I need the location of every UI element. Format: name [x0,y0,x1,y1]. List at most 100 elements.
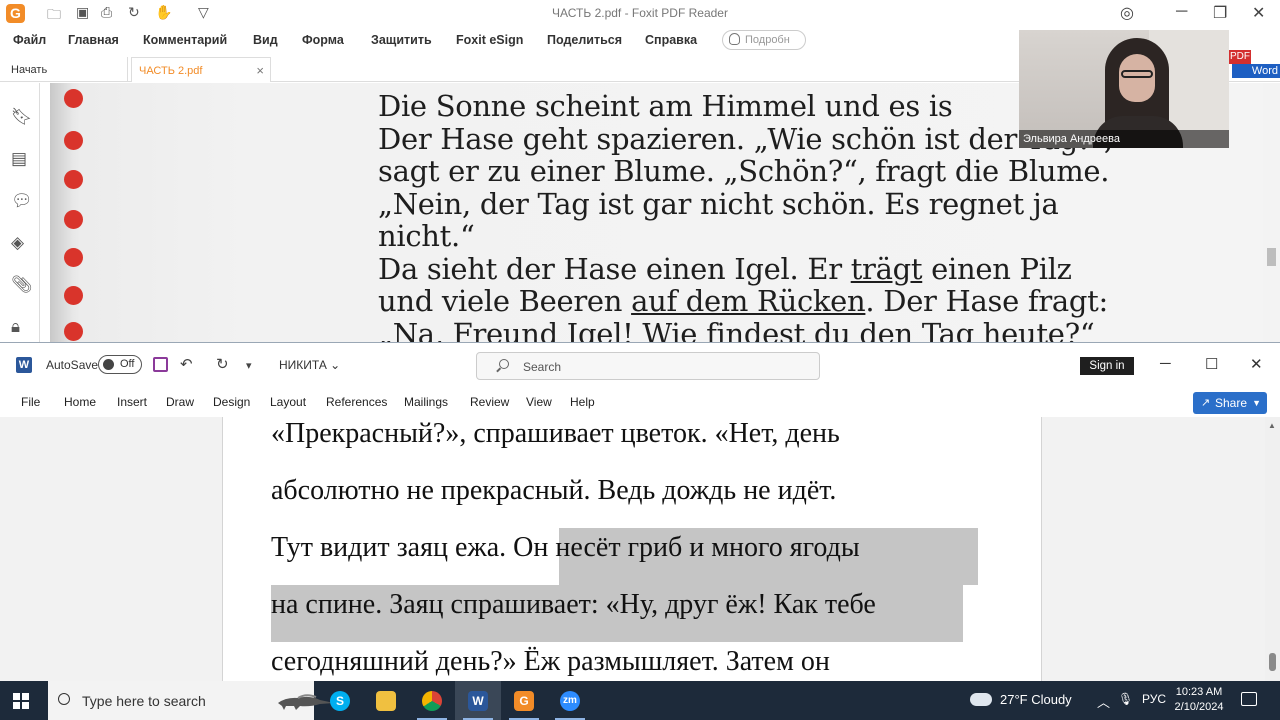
tab-draw[interactable]: Draw [166,395,194,409]
word-titlebar: W AutoSave Off ↶ ↻ ▾ НИКИТА ⌄ Search Sig… [0,343,1280,387]
maximize-button[interactable]: ☐ [1205,355,1218,373]
taskbar-zoom[interactable]: zm [547,681,593,720]
tab-references[interactable]: References [326,395,387,409]
ribbon-tabs: File Home Insert Draw Design Layout Refe… [0,391,1280,415]
minimize-button[interactable]: ─ [1176,3,1187,21]
doc-line[interactable]: на спине. Заяц спрашивает: «Ну, друг ёж!… [271,589,876,621]
close-button[interactable]: ✕ [1252,3,1265,23]
cloud-icon [970,693,992,706]
save-icon[interactable] [153,357,168,372]
tab-document-label: ЧАСТЬ 2.pdf [139,65,203,77]
doc-line[interactable]: Тут видит заяц ежа. Он несёт гриб и мног… [271,532,860,564]
clock-date: 2/10/2024 [1174,701,1224,713]
menu-view[interactable]: Вид [253,33,278,47]
menu-help[interactable]: Справка [645,33,697,47]
zoom-icon: zm [560,691,580,711]
tell-me-placeholder: Подробн [745,34,790,46]
tell-me-search[interactable]: Подробн [722,30,806,50]
account-icon[interactable]: ◎ [1120,3,1134,23]
tab-help[interactable]: Help [570,395,595,409]
search-icon [499,359,509,369]
document-vertical-scrollbar[interactable]: ▲ [1265,417,1280,681]
foxit-icon: G [514,691,534,711]
spiral-dot [64,131,83,150]
menu-home[interactable]: Главная [68,33,119,47]
tab-design[interactable]: Design [213,395,250,409]
spiral-dot [64,170,83,189]
weather-text[interactable]: 27°F Cloudy [1000,692,1072,707]
pdf-badge-label: PDF [1229,50,1251,64]
bookmark-icon[interactable]: 🔖︎ [11,107,33,127]
pages-icon[interactable]: ▤ [11,149,27,169]
chevron-up-icon[interactable]: ︿ [1097,692,1110,711]
spiral-dot [64,89,83,108]
restore-button[interactable]: ❐ [1213,3,1227,23]
menu-form[interactable]: Форма [302,33,344,47]
close-tab-icon[interactable]: × [256,63,264,78]
search-placeholder: Search [523,360,562,374]
taskbar-skype[interactable]: S [317,681,363,720]
pdf-line: „Nein, der Tag ist gar nicht schön. Es r… [378,186,1059,221]
pdf-line: und viele Beeren auf dem Rücken. Der Has… [378,284,1108,318]
taskbar-foxit[interactable]: G [501,681,547,720]
search-input[interactable]: Search [476,352,820,380]
document-title[interactable]: НИКИТА ⌄ [279,358,340,372]
windows-taskbar: Type here to search S W G zm 27°F Cloudy… [0,681,1280,720]
pdf-line: sagt er zu einer Blume. „Schön?“, fragt … [378,154,1110,188]
sign-in-button[interactable]: Sign in [1080,357,1134,375]
autosave-toggle[interactable]: Off [98,355,142,374]
tab-home[interactable]: Home [64,395,96,409]
doc-line[interactable]: «Прекрасный?», спрашивает цветок. «Нет, … [271,418,840,450]
redo-icon[interactable]: ↻ [216,355,229,373]
taskbar-chrome[interactable] [409,681,455,720]
tab-view[interactable]: View [526,395,552,409]
tab-mailings[interactable]: Mailings [404,395,448,409]
language-indicator[interactable]: РУС [1142,692,1166,706]
doc-line[interactable]: абсолютно не прекрасный. Ведь дождь не и… [271,475,836,507]
menu-file[interactable]: Файл [13,33,46,47]
tab-document[interactable]: ЧАСТЬ 2.pdf × [131,57,271,82]
pdf-to-word-badge[interactable]: PDF Word [1229,50,1280,78]
menu-comment[interactable]: Комментарий [143,33,227,47]
notification-icon[interactable] [1241,692,1257,706]
tab-insert[interactable]: Insert [117,395,147,409]
menu-esign[interactable]: Foxit eSign [456,33,523,47]
doc-line[interactable]: сегодняшний день?» Ёж размышляет. Затем … [271,646,830,678]
pdf-vertical-scrollbar[interactable] [1263,83,1280,342]
chevron-down-icon: ▼ [1252,398,1261,408]
word-window: W AutoSave Off ↶ ↻ ▾ НИКИТА ⌄ Search Sig… [0,342,1280,681]
foxit-left-panel: 🔖︎ ▤ 💬︎ ◈ 📎︎ 🔒︎ [0,83,40,342]
customize-qa-icon[interactable]: ▾ [246,359,252,372]
attachments-icon[interactable]: 📎︎ [11,275,33,295]
word-logo-icon: W [16,357,32,373]
taskbar-explorer[interactable] [363,681,409,720]
menu-protect[interactable]: Защитить [371,33,432,47]
layers-icon[interactable]: ◈ [11,233,24,253]
windows-start-icon[interactable] [13,693,29,709]
tab-layout[interactable]: Layout [270,395,306,409]
pdf-line: nicht.“ [378,219,475,253]
tab-start[interactable]: Начать [0,57,128,82]
webcam-video: Эльвира Андреева [1019,30,1229,148]
foxit-titlebar: G 🗀 ▣ ⎙ ↻ ✋ ▽ ЧАСТЬ 2.pdf - Foxit PDF Re… [0,0,1280,27]
tab-file[interactable]: File [21,395,40,409]
share-button[interactable]: Share▼ [1193,392,1267,414]
lightbulb-icon [729,33,740,45]
clock[interactable]: 10:23 AM 2/10/2024 [1166,685,1232,715]
clock-time: 10:23 AM [1175,686,1223,698]
close-button[interactable]: ✕ [1250,355,1263,373]
tab-review[interactable]: Review [470,395,509,409]
word-badge-label: Word [1232,64,1280,78]
menu-share[interactable]: Поделиться [547,33,622,47]
taskbar-word[interactable]: W [455,681,501,720]
comments-icon[interactable]: 💬︎ [11,191,33,211]
microphone-icon[interactable]: 🎙︎ [1118,692,1133,706]
skype-icon: S [330,691,350,711]
lock-icon[interactable]: 🔒︎ [11,317,20,337]
participant-name: Эльвира Андреева [1019,130,1229,148]
spiral-dot [64,286,83,305]
scroll-up-icon[interactable]: ▲ [1268,421,1276,430]
minimize-button[interactable]: ─ [1160,355,1171,372]
taskbar-search[interactable]: Type here to search [48,681,334,720]
undo-icon[interactable]: ↶ [180,355,193,373]
